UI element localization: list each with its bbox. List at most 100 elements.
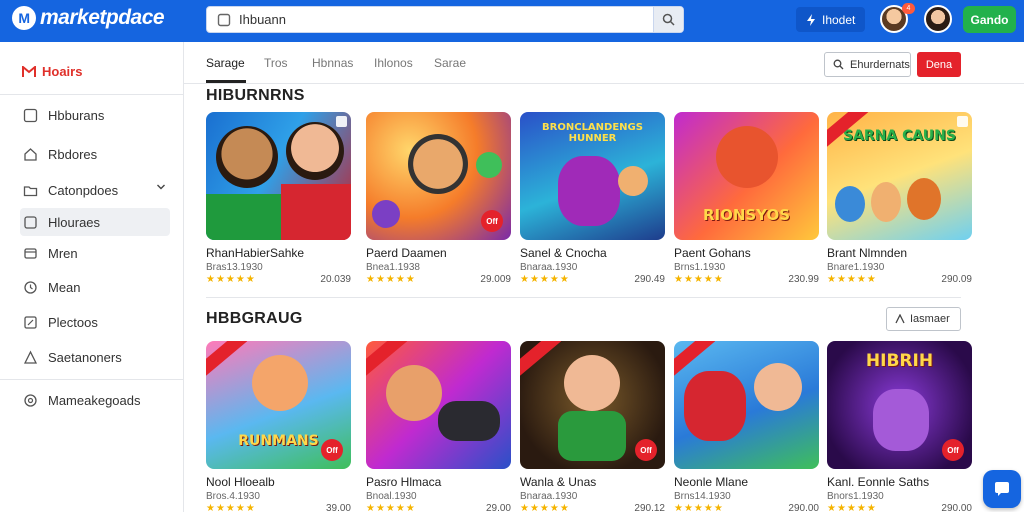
tab-1[interactable]: Sarage — [206, 56, 245, 70]
tab-2[interactable]: Tros — [264, 56, 288, 70]
card-price: 290.12 — [634, 503, 665, 512]
logo-icon: M — [12, 6, 36, 30]
card-title: Brant Nlmnden — [827, 246, 908, 260]
top-bar: M marketpdace Ihodet 4 Gando — [0, 0, 1024, 42]
rating-stars: ★★★★★ — [206, 274, 256, 285]
card-subtitle: Bnea1.1938 — [366, 262, 420, 273]
sidebar-item-6[interactable]: Mean — [20, 273, 170, 301]
sidebar-item-7[interactable]: Plectoos — [20, 308, 170, 336]
card-price: 290.09 — [941, 274, 972, 285]
rating-stars: ★★★★★ — [366, 274, 416, 285]
card-subtitle: Bnaraa.1930 — [520, 491, 578, 502]
card-price: 29.00 — [485, 503, 511, 512]
rating-stars: ★★★★★ — [520, 274, 570, 285]
brand-icon — [22, 65, 36, 77]
bookmark-icon — [336, 116, 347, 127]
divider — [0, 94, 184, 95]
magnifier-icon — [662, 13, 675, 26]
tag-icon — [22, 146, 38, 162]
tab-3[interactable]: Hbnnas — [312, 56, 353, 70]
thumbnail-text: HIBRIH — [865, 351, 934, 371]
card-subtitle: Bnoal.1930 — [366, 491, 417, 502]
image-icon — [22, 107, 38, 123]
edit-icon — [22, 314, 38, 330]
cta-button[interactable]: Gando — [963, 6, 1016, 33]
sidebar-item-label: Catonpdoes — [48, 182, 119, 198]
see-more-label: Iasmaer — [910, 313, 950, 325]
sale-badge: Off — [481, 210, 503, 232]
rating-stars: ★★★★★ — [206, 503, 256, 512]
card-subtitle: Bros.4.1930 — [206, 491, 260, 502]
product-thumbnail[interactable]: BRONCLANDENGS HUNNER — [520, 112, 665, 240]
search-icon — [217, 13, 231, 26]
card-title: Paerd Daamen — [366, 246, 447, 260]
header-action-label: Ihodet — [822, 12, 856, 27]
avatar[interactable] — [924, 5, 952, 33]
chat-icon — [995, 482, 1009, 496]
sidebar-item-label: Hlouraes — [48, 214, 101, 230]
product-thumbnail[interactable]: HIBRIH Off — [827, 341, 972, 469]
search-bar — [206, 6, 684, 33]
product-thumbnail[interactable] — [366, 341, 511, 469]
primary-action-button[interactable]: Dena — [917, 52, 961, 77]
sidebar-item-label: Mean — [48, 279, 81, 295]
card-title: Kanl. Eonnle Saths — [827, 475, 930, 489]
product-thumbnail[interactable]: RUNMANS Off — [206, 341, 351, 469]
settings-icon — [22, 392, 38, 408]
card-price: 20.039 — [320, 274, 351, 285]
thumbnail-text: RIONSYOS — [702, 206, 791, 224]
filter-button[interactable]: Ehurdernats — [824, 52, 911, 77]
product-thumbnail[interactable]: Off — [520, 341, 665, 469]
sidebar-brand[interactable]: Hoairs — [22, 64, 82, 79]
user-icon — [22, 349, 38, 365]
tab-5[interactable]: Sarae — [434, 56, 466, 70]
tab-4[interactable]: Ihlonos — [374, 56, 413, 70]
product-thumbnail[interactable] — [674, 341, 819, 469]
sidebar-item-3[interactable]: Catonpdoes — [20, 176, 170, 204]
chevron-down-icon[interactable] — [156, 182, 166, 192]
divider — [206, 297, 961, 298]
product-thumbnail[interactable]: Off — [366, 112, 511, 240]
sidebar-item-9[interactable]: Mameakegoads — [20, 386, 170, 414]
sidebar-item-label: Plectoos — [48, 314, 98, 330]
header-action-button[interactable]: Ihodet — [796, 7, 866, 32]
search-icon — [833, 59, 844, 70]
cube-icon — [22, 214, 38, 230]
card-title: Nool Hloealb — [206, 475, 275, 489]
card-price: 39.00 — [325, 503, 351, 512]
promo-ribbon — [520, 341, 562, 380]
notification-badge: 4 — [902, 3, 915, 14]
sidebar-item-4[interactable]: Hlouraes — [20, 208, 170, 236]
card-title: Pasro Hlmaca — [366, 475, 442, 489]
chat-button[interactable] — [983, 470, 1021, 508]
sale-badge: Off — [635, 439, 657, 461]
rating-stars: ★★★★★ — [827, 274, 877, 285]
sidebar-item-1[interactable]: Hbburans — [20, 101, 170, 129]
search-button[interactable] — [653, 7, 683, 32]
rating-stars: ★★★★★ — [827, 503, 877, 512]
bookmark-icon — [957, 116, 968, 127]
card-subtitle: Bnare1.1930 — [827, 262, 885, 273]
section-title: HBBGRAUG — [206, 310, 303, 327]
product-thumbnail[interactable]: SARNA CAUNS — [827, 112, 972, 240]
card-price: 230.99 — [788, 274, 819, 285]
thumbnail-text: BRONCLANDENGS HUNNER — [542, 122, 643, 144]
search-input[interactable] — [239, 12, 659, 27]
sale-badge: Off — [942, 439, 964, 461]
sidebar-item-5[interactable]: Mren — [20, 239, 170, 267]
card-subtitle: Brns1.1930 — [674, 262, 726, 273]
product-thumbnail[interactable]: RIONSYOS — [674, 112, 819, 240]
clock-icon — [22, 279, 38, 295]
see-more-button[interactable]: Iasmaer — [886, 307, 961, 331]
thumbnail-text: SARNA CAUNS — [843, 128, 956, 144]
grid-icon — [22, 245, 38, 261]
sidebar-item-8[interactable]: Saetanoners — [20, 343, 170, 371]
card-title: RhanHabierSahke — [206, 246, 305, 260]
sidebar-item-label: Mren — [48, 245, 78, 261]
sidebar-item-2[interactable]: Rbdores — [20, 140, 170, 168]
logo[interactable]: M marketpdace — [12, 6, 165, 30]
sidebar-item-label: Mameakegoads — [48, 392, 141, 408]
product-thumbnail[interactable] — [206, 112, 351, 240]
folder-icon — [22, 182, 38, 198]
card-title: Wanla & Unas — [520, 475, 597, 489]
